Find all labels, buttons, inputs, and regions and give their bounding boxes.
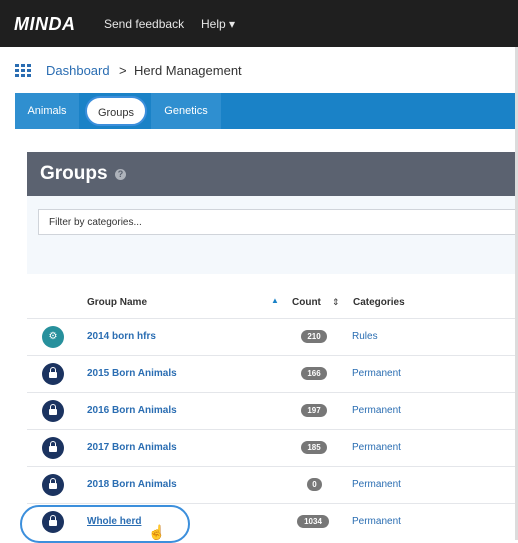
breadcrumb: Dashboard > Herd Management xyxy=(0,47,518,93)
column-header-count[interactable]: Count xyxy=(292,297,321,308)
sort-toggle-icon[interactable]: ⇕ xyxy=(332,297,340,308)
tab-bar: Animals Groups Genetics xyxy=(15,93,518,129)
hand-cursor-icon: ☝ xyxy=(148,524,166,540)
count-badge: 197 xyxy=(301,404,327,417)
help-menu[interactable]: Help ▾ xyxy=(201,17,235,31)
count-badge: 0 xyxy=(307,478,322,491)
count-badge: 166 xyxy=(301,367,327,380)
send-feedback-link[interactable]: Send feedback xyxy=(104,17,184,31)
category-filter-field[interactable] xyxy=(38,209,518,235)
category-link[interactable]: Permanent xyxy=(352,516,401,527)
grid-menu-icon[interactable] xyxy=(15,64,31,77)
category-link[interactable]: Permanent xyxy=(352,442,401,453)
info-icon[interactable]: ? xyxy=(115,169,126,180)
filter-area xyxy=(27,196,518,274)
tab-genetics[interactable]: Genetics xyxy=(151,93,221,129)
top-navbar: MINDA Send feedback Help ▾ xyxy=(0,0,518,47)
group-name-link[interactable]: 2015 Born Animals xyxy=(87,368,177,379)
category-filter-input[interactable] xyxy=(39,210,518,234)
tab-groups[interactable]: Groups xyxy=(85,96,147,126)
table-row[interactable]: 2017 Born Animals 185 Permanent xyxy=(27,429,518,467)
category-link[interactable]: Permanent xyxy=(352,368,401,379)
gear-icon: ⚙ xyxy=(42,326,64,348)
lock-icon xyxy=(42,437,64,459)
sort-asc-icon[interactable]: ▲ xyxy=(271,296,279,305)
breadcrumb-dashboard-link[interactable]: Dashboard xyxy=(46,63,110,78)
count-badge: 210 xyxy=(301,330,327,343)
group-name-link[interactable]: 2016 Born Animals xyxy=(87,405,177,416)
count-badge: 1034 xyxy=(297,515,329,528)
column-header-categories: Categories xyxy=(353,297,405,308)
category-link[interactable]: Permanent xyxy=(352,479,401,490)
panel-title: Groups xyxy=(40,163,108,184)
brand-logo[interactable]: MINDA xyxy=(14,14,76,35)
category-link[interactable]: Rules xyxy=(352,331,378,342)
lock-icon xyxy=(42,363,64,385)
category-link[interactable]: Permanent xyxy=(352,405,401,416)
group-name-link[interactable]: 2017 Born Animals xyxy=(87,442,177,453)
lock-icon xyxy=(42,400,64,422)
breadcrumb-current: Herd Management xyxy=(134,63,242,78)
tab-animals[interactable]: Animals xyxy=(15,93,79,129)
breadcrumb-separator: > xyxy=(119,63,127,78)
table-row[interactable]: 2015 Born Animals 166 Permanent xyxy=(27,355,518,393)
table-row[interactable]: 2016 Born Animals 197 Permanent xyxy=(27,392,518,430)
group-name-link[interactable]: 2018 Born Animals xyxy=(87,479,177,490)
table-row[interactable]: ⚙ 2014 born hfrs 210 Rules xyxy=(27,318,518,356)
group-name-link[interactable]: 2014 born hfrs xyxy=(87,331,156,342)
table-row[interactable]: 2018 Born Animals 0 Permanent xyxy=(27,466,518,504)
lock-icon xyxy=(42,474,64,496)
count-badge: 185 xyxy=(301,441,327,454)
column-header-group-name[interactable]: Group Name xyxy=(87,297,147,308)
